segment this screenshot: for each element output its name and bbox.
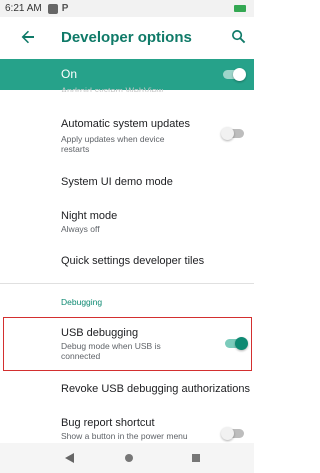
row-title: System UI demo mode: [61, 176, 173, 188]
row-title: Automatic system updates: [61, 118, 191, 130]
developer-options-master-switch-row[interactable]: On: [0, 59, 254, 90]
usb-debugging-highlight-box: [3, 317, 252, 371]
master-switch-toggle[interactable]: [223, 68, 246, 81]
automatic-updates-toggle[interactable]: [221, 127, 244, 140]
toggle-thumb: [221, 427, 234, 440]
row-subtitle: Apply updates when device restarts: [61, 134, 165, 154]
toggle-thumb: [221, 127, 234, 140]
status-bar: 6:21 AM P: [0, 0, 254, 17]
nav-home-icon[interactable]: [125, 454, 133, 462]
row-subtitle: Always off: [61, 224, 100, 234]
toggle-thumb: [233, 68, 246, 81]
battery-icon: [234, 5, 246, 12]
bug-report-shortcut-row[interactable]: Bug report shortcut Show a button in the…: [0, 410, 254, 443]
revoke-usb-authorizations-row[interactable]: Revoke USB debugging authorizations: [0, 375, 254, 407]
row-title: Bug report shortcut: [61, 417, 155, 429]
page-title: Developer options: [61, 29, 192, 46]
bug-report-toggle[interactable]: [221, 427, 244, 440]
automatic-system-updates-row[interactable]: Automatic system updates Apply updates w…: [0, 108, 254, 158]
arrow-back-icon[interactable]: [20, 29, 36, 45]
status-time: 6:21 AM: [5, 3, 42, 14]
row-title: Revoke USB debugging authorizations: [61, 383, 250, 395]
system-navigation-bar: [0, 443, 254, 473]
quick-settings-tiles-row[interactable]: Quick settings developer tiles: [0, 245, 254, 277]
search-icon[interactable]: [231, 29, 246, 44]
row-title: Night mode: [61, 210, 118, 222]
cutoff-list-item-text: Android system WebView: [61, 87, 164, 92]
app-bar: Developer options: [0, 17, 254, 59]
nav-recent-icon[interactable]: [192, 454, 200, 462]
row-subtitle: Show a button in the power menu: [61, 431, 188, 441]
section-divider: [0, 283, 254, 284]
night-mode-row[interactable]: Night mode Always off: [0, 200, 254, 240]
system-ui-demo-mode-row[interactable]: System UI demo mode: [0, 165, 254, 197]
row-title: Quick settings developer tiles: [61, 255, 205, 267]
section-header-debugging: Debugging: [61, 297, 103, 307]
app-notification-icon: P: [61, 3, 69, 14]
nav-back-icon[interactable]: [65, 453, 74, 463]
master-switch-label: On: [61, 67, 78, 81]
notification-icon: [47, 3, 58, 14]
